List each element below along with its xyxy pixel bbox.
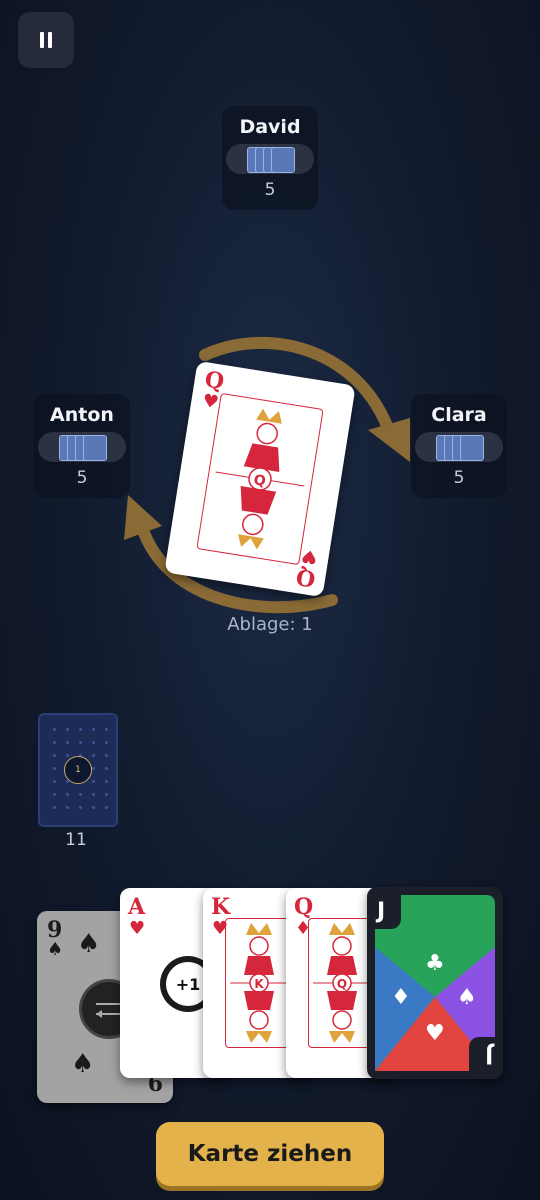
card-rank: Q bbox=[202, 366, 226, 395]
queen-figure-icon: Q bbox=[196, 392, 324, 566]
player-card-count: 5 bbox=[264, 180, 276, 200]
card-rank: Q bbox=[294, 563, 318, 592]
deck-card-count: 11 bbox=[65, 830, 87, 850]
card-rank: A bbox=[128, 894, 146, 920]
king-figure-icon: K bbox=[225, 918, 293, 1048]
draw-deck[interactable]: 1 bbox=[38, 713, 118, 827]
queen-figure-icon: Q bbox=[308, 918, 376, 1048]
spade-icon: ♠ bbox=[457, 985, 477, 1010]
spade-icon: ♠ bbox=[71, 1049, 95, 1079]
diamond-icon: ♦ bbox=[391, 985, 411, 1010]
card-rank: Q bbox=[294, 894, 314, 920]
discard-pile-count-label: Ablage: 1 bbox=[227, 614, 313, 635]
card-center-letter: Q bbox=[337, 977, 347, 991]
card-stack-icon bbox=[226, 144, 314, 174]
card-rank: J bbox=[484, 1042, 493, 1067]
card-rank: 9 bbox=[47, 917, 63, 943]
club-icon: ♣ bbox=[425, 951, 445, 976]
player-name: David bbox=[239, 116, 301, 138]
heart-icon: ♥ bbox=[425, 1021, 445, 1046]
pause-button[interactable] bbox=[18, 12, 74, 68]
deck-badge: 1 bbox=[64, 756, 92, 784]
draw-card-button[interactable]: Karte ziehen bbox=[156, 1122, 384, 1186]
spade-icon: ♠ bbox=[47, 939, 64, 960]
hand-card-jack-wild[interactable]: J ♣ ♦ ♠ ♥ J bbox=[367, 887, 503, 1079]
discard-pile-card: Q ♥ Q ♥ Q bbox=[164, 360, 356, 598]
heart-icon: ♥ bbox=[129, 918, 146, 939]
pause-icon bbox=[38, 32, 54, 48]
player-panel-david: David 5 bbox=[222, 106, 318, 210]
spade-icon: ♠ bbox=[77, 929, 101, 959]
card-center-letter: K bbox=[254, 977, 264, 991]
card-rank: J bbox=[377, 899, 386, 924]
heart-icon: ♥ bbox=[200, 390, 221, 414]
card-rank: K bbox=[211, 894, 231, 920]
